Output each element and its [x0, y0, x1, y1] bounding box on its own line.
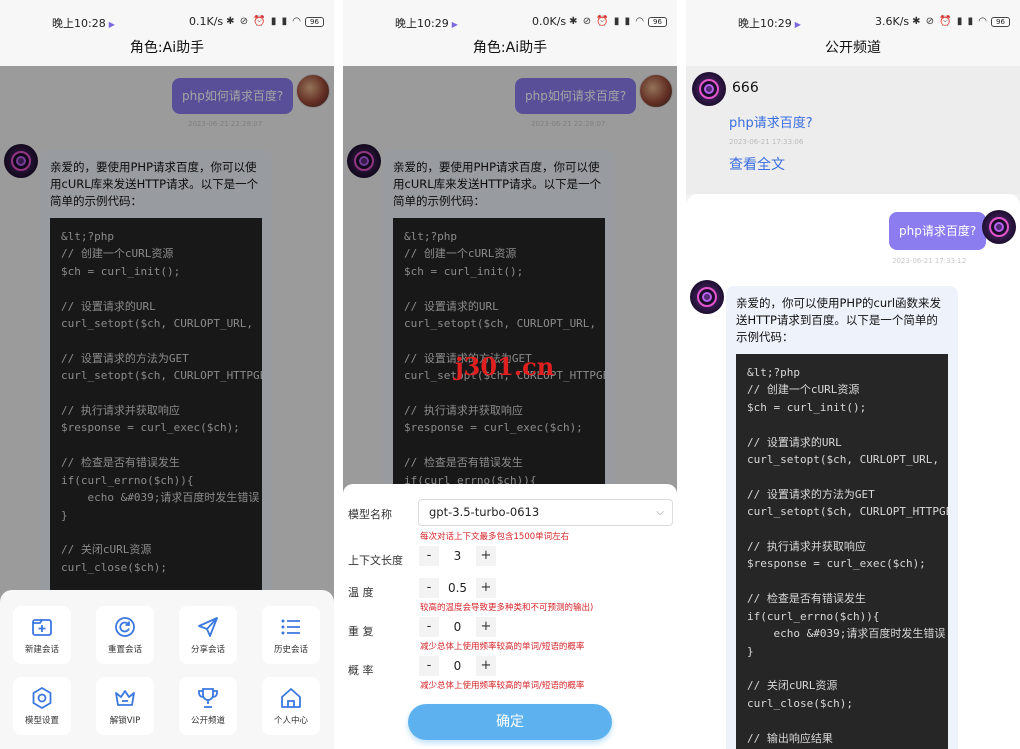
status-time: 晚上10:29 — [395, 17, 449, 30]
probability-stepper: - 0 + — [419, 656, 496, 676]
repeat-label: 重 复 — [348, 625, 374, 638]
page-title: 角色:Ai助手 — [343, 34, 677, 66]
battery-icon: 96 — [305, 16, 324, 27]
repeat-plus-button[interactable]: + — [476, 617, 496, 637]
user-message[interactable]: php请求百度? — [889, 212, 987, 250]
settings-icon — [32, 686, 52, 710]
menu-history[interactable]: 历史会话 — [262, 606, 320, 664]
context-stepper: - 3 + — [419, 546, 496, 566]
repeat-hint: 减少总体上使用频率较高的单词/短语的概率 — [420, 642, 585, 652]
menu-label: 分享会话 — [190, 645, 225, 655]
home-icon — [281, 688, 301, 708]
menu-reset-chat[interactable]: 重置会话 — [96, 606, 154, 664]
temperature-stepper: - 0.5 + — [419, 578, 496, 598]
ai-message[interactable]: 亲爱的，你可以使用PHP的curl函数来发送HTTP请求到百度。以下是一个简单的… — [726, 286, 958, 749]
probability-plus-button[interactable]: + — [476, 656, 496, 676]
model-select[interactable]: gpt-3.5-turbo-0613 ⌵ — [418, 499, 673, 526]
post-title-link[interactable]: php请求百度? — [729, 112, 813, 131]
reset-icon — [115, 617, 135, 637]
net-speed: 0.0K/s — [532, 15, 567, 28]
phone-public-channel: 晚上10:29 ▶ 3.6K/s ✱ ⊘ ⏰ ▮ ▮ ◠ 96 公开频道 666 … — [686, 0, 1020, 749]
new-chat-icon — [32, 619, 52, 636]
status-icons: ✱ ⊘ ⏰ ▮ ▮ ◠ — [226, 16, 302, 27]
trophy-icon — [198, 688, 218, 708]
share-icon — [198, 617, 218, 637]
probability-value[interactable]: 0 — [439, 659, 476, 673]
message-timestamp: 2023-06-21 17:33:12 — [892, 257, 967, 265]
menu-unlock-vip[interactable]: 解锁VIP — [96, 677, 154, 735]
status-time: 晚上10:28 — [52, 17, 106, 30]
view-full-link[interactable]: 查看全文 — [729, 154, 785, 174]
menu-public-channel[interactable]: 公开频道 — [179, 677, 237, 735]
fingerprint-icon — [989, 217, 1009, 237]
confirm-button[interactable]: 确定 — [408, 704, 612, 740]
page-title: 公开频道 — [686, 34, 1020, 66]
page-title: 角色:Ai助手 — [0, 34, 334, 66]
temperature-plus-button[interactable]: + — [476, 578, 496, 598]
menu-label: 模型设置 — [24, 716, 59, 726]
fingerprint-icon — [697, 287, 717, 307]
context-plus-button[interactable]: + — [476, 546, 496, 566]
poster-name: 666 — [732, 80, 759, 96]
model-select-value: gpt-3.5-turbo-0613 — [429, 505, 540, 519]
vip-icon — [115, 690, 135, 706]
battery-icon: 96 — [991, 16, 1010, 27]
repeat-minus-button[interactable]: - — [419, 617, 439, 637]
watermark: j301.cn — [455, 352, 555, 381]
context-value[interactable]: 3 — [439, 549, 476, 563]
play-icon: ▶ — [108, 20, 115, 29]
menu-label: 公开频道 — [190, 716, 225, 726]
status-time: 晚上10:29 — [738, 17, 792, 30]
temperature-hint: 较高的温度会导致更多种类和不可预测的输出) — [420, 603, 594, 613]
temperature-minus-button[interactable]: - — [419, 578, 439, 598]
probability-label: 概 率 — [348, 664, 374, 677]
menu-label: 新建会话 — [24, 645, 59, 655]
menu-label: 个人中心 — [273, 716, 308, 726]
chevron-down-icon: ⌵ — [656, 507, 664, 518]
history-icon — [281, 619, 300, 635]
repeat-stepper: - 0 + — [419, 617, 496, 637]
net-speed: 3.6K/s — [875, 15, 910, 28]
code-block: &lt;?php // 创建一个cURL资源 $ch = curl_init()… — [736, 354, 948, 749]
model-label: 模型名称 — [348, 508, 392, 521]
play-icon: ▶ — [794, 20, 801, 29]
temperature-value[interactable]: 0.5 — [439, 581, 476, 595]
context-minus-button[interactable]: - — [419, 546, 439, 566]
menu-label: 历史会话 — [273, 645, 308, 655]
repeat-value[interactable]: 0 — [439, 620, 476, 634]
model-hint: 每次对话上下文最多包含1500单词左右 — [420, 532, 570, 542]
user-avatar[interactable] — [982, 210, 1016, 244]
menu-share-chat[interactable]: 分享会话 — [179, 606, 237, 664]
battery-icon: 96 — [648, 16, 667, 27]
status-icons: ✱ ⊘ ⏰ ▮ ▮ ◠ — [569, 16, 645, 27]
menu-label: 重置会话 — [107, 645, 142, 655]
phone-model-settings: 晚上10:29 ▶ 0.0K/s ✱ ⊘ ⏰ ▮ ▮ ◠ 96 角色:Ai助手 p… — [343, 0, 677, 749]
menu-model-settings[interactable]: 模型设置 — [13, 677, 71, 735]
ai-avatar — [690, 280, 724, 314]
conversation-detail[interactable]: php请求百度? 2023-06-21 17:33:12 亲爱的，你可以使用PH… — [686, 194, 1020, 749]
menu-profile[interactable]: 个人中心 — [262, 677, 320, 735]
action-menu: 新建会话 重置会话 分享会话 历史会话 模型设置 解锁VIP 公开频道 个人中心 — [0, 590, 334, 749]
menu-label: 解锁VIP — [109, 716, 141, 726]
menu-new-chat[interactable]: 新建会话 — [13, 606, 71, 664]
context-label: 上下文长度 — [348, 554, 403, 567]
net-speed: 0.1K/s — [189, 15, 224, 28]
status-icons: ✱ ⊘ ⏰ ▮ ▮ ◠ — [912, 16, 988, 27]
probability-hint: 减少总体上使用频率较高的单词/短语的概率 — [420, 681, 585, 691]
screenshot-collage: 晚上10:28 ▶ 0.1K/s ✱ ⊘ ⏰ ▮ ▮ ◠ 96 角色:Ai助手 p… — [0, 0, 1020, 749]
ai-message-text: 亲爱的，你可以使用PHP的curl函数来发送HTTP请求到百度。以下是一个简单的… — [736, 296, 942, 344]
post-timestamp: 2023-06-21 17:33:06 — [729, 138, 804, 146]
play-icon: ▶ — [451, 20, 458, 29]
probability-minus-button[interactable]: - — [419, 656, 439, 676]
temperature-label: 温 度 — [348, 586, 374, 599]
model-settings-sheet: 模型名称 gpt-3.5-turbo-0613 ⌵ 每次对话上下文最多包含150… — [343, 484, 677, 749]
fingerprint-icon — [699, 79, 719, 99]
phone-chat-menu: 晚上10:28 ▶ 0.1K/s ✱ ⊘ ⏰ ▮ ▮ ◠ 96 角色:Ai助手 p… — [0, 0, 334, 749]
poster-avatar[interactable] — [692, 72, 726, 106]
